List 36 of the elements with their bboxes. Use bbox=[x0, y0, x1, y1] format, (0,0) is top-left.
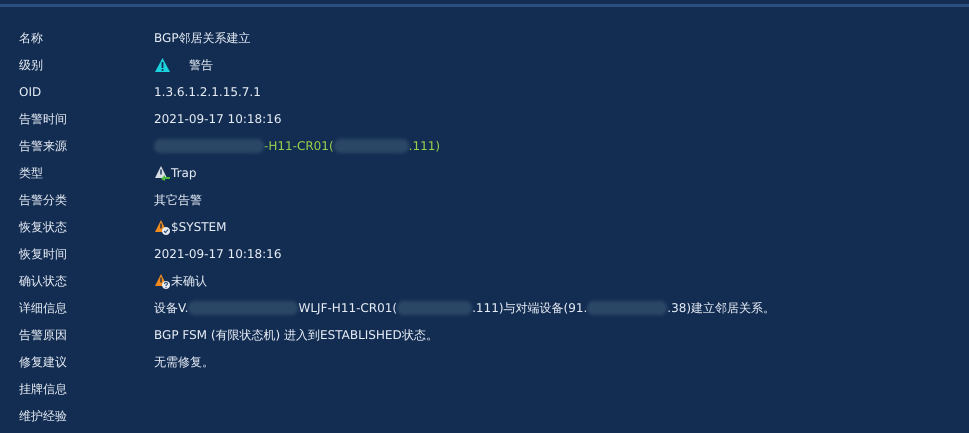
field-label: 名称 bbox=[19, 30, 44, 46]
field-label: 恢复状态 bbox=[19, 218, 68, 236]
field-label: 维护经验 bbox=[19, 408, 68, 424]
field-value: 其它告警 bbox=[154, 192, 202, 208]
field-label: 告警分类 bbox=[19, 192, 68, 208]
field-value: .38)建立邻居关系。 bbox=[667, 300, 776, 316]
field-value: $SYSTEM bbox=[171, 218, 226, 236]
field-label: 告警来源 bbox=[19, 138, 68, 154]
field-label: 类型 bbox=[19, 164, 44, 182]
field-value: 1.3.6.1.2.1.15.7.1 bbox=[154, 84, 261, 100]
field-value: WLJF-H11-CR01( bbox=[298, 300, 398, 316]
field-label: 告警时间 bbox=[19, 110, 68, 128]
field-value: .111)与对端设备(91. bbox=[472, 300, 588, 316]
recovered-alarm-icon bbox=[154, 218, 171, 234]
field-value: .111) bbox=[408, 138, 440, 154]
field-value: BGP邻居关系建立 bbox=[154, 30, 251, 46]
field-label: 挂牌信息 bbox=[19, 380, 68, 398]
field-label: 告警原因 bbox=[19, 326, 68, 344]
field-label: 级别 bbox=[19, 56, 44, 74]
warning-icon bbox=[154, 56, 171, 72]
trap-alarm-icon bbox=[154, 164, 171, 180]
field-label: 详细信息 bbox=[19, 300, 68, 316]
field-value: 2021-09-17 10:18:16 bbox=[154, 110, 282, 128]
field-value: 2021-09-17 10:18:16 bbox=[154, 246, 282, 262]
field-value: 无需修复。 bbox=[154, 354, 214, 370]
field-value: 设备V. bbox=[154, 300, 188, 316]
field-value: BGP FSM (有限状态机) 进入到ESTABLISHED状态。 bbox=[154, 326, 438, 344]
field-value: 未确认 bbox=[171, 272, 207, 290]
field-label: 确认状态 bbox=[19, 272, 68, 290]
field-value: -H11-CR01( bbox=[264, 138, 334, 154]
field-value: Trap bbox=[171, 164, 196, 182]
field-label: 修复建议 bbox=[19, 354, 68, 370]
unconfirmed-alarm-icon bbox=[154, 272, 171, 288]
field-value: 警告 bbox=[189, 56, 213, 74]
field-label: OID bbox=[19, 84, 42, 100]
field-label: 恢复时间 bbox=[19, 246, 68, 262]
